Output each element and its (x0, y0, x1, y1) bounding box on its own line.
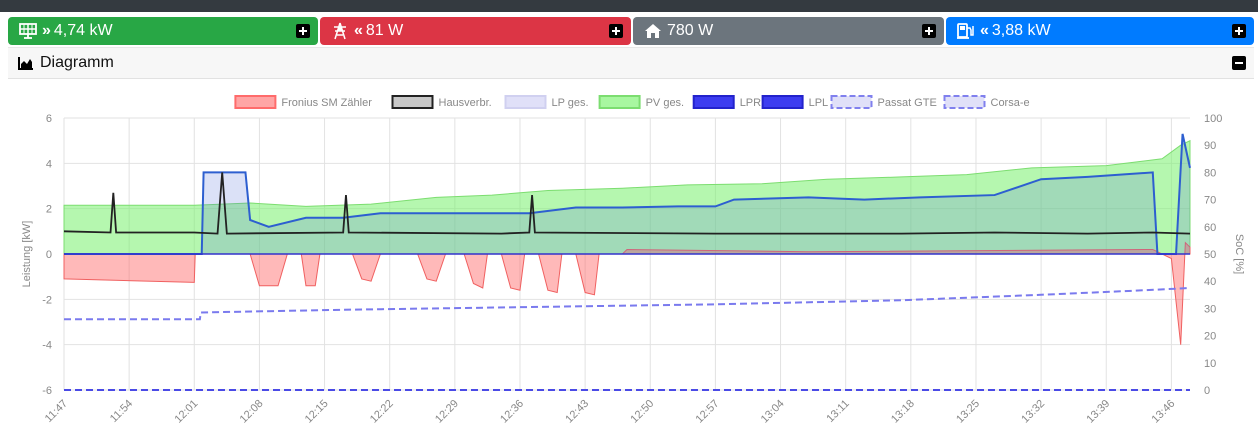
x-tick-label: 12:01 (172, 398, 200, 426)
y-tick-label-right: 70 (1204, 195, 1216, 207)
chart-legend: Fronius SM Zähler Hausverbr. LP ges. PV ges… (234, 95, 1030, 109)
x-tick-label: 13:39 (1084, 398, 1112, 426)
x-tick-label: 12:36 (498, 398, 526, 426)
legend-swatch (761, 95, 804, 109)
series-fronius-area (63, 241, 1191, 345)
y-tick-label-right: 20 (1204, 331, 1216, 343)
legend-label: Corsa-e (991, 97, 1030, 109)
charging-station-icon (956, 21, 976, 41)
y-tick-label-right: 50 (1204, 249, 1216, 261)
power-chart: Fronius SM Zähler Hausverbr. LP ges. PV ges… (21, 95, 1245, 426)
expand-plus-icon[interactable] (296, 24, 310, 38)
legend-label: LPR (740, 97, 761, 109)
x-tick-label: 11:47 (43, 398, 70, 425)
y-tick-label-left: -4 (42, 340, 52, 352)
legend-label: PV ges. (646, 97, 685, 109)
pv-power-value: 4,74 kW (53, 22, 113, 39)
legend-swatch (830, 95, 873, 109)
x-tick-label: 12:22 (368, 398, 396, 426)
legend-swatch (692, 95, 735, 109)
y-tick-label-left: -6 (42, 385, 52, 397)
y-tick-label-left: 6 (46, 113, 52, 125)
y-tick-label-left: 2 (46, 204, 52, 216)
double-chevron-left-icon: « (980, 22, 989, 39)
x-tick-label: 13:04 (759, 398, 787, 426)
legend-label: Fronius SM Zähler (281, 97, 372, 109)
diagram-title-text: Diagramm (40, 54, 114, 71)
y-tick-label-right: 0 (1204, 385, 1210, 397)
area-chart-icon (18, 56, 34, 70)
legend-swatch (391, 95, 434, 109)
y-axis-label-right: SoC [%] (1233, 234, 1245, 274)
expand-plus-icon[interactable] (922, 24, 936, 38)
x-tick-label: 12:08 (238, 398, 266, 426)
y-axis-label-left: Leistung [kW] (21, 221, 33, 288)
x-tick-label: 12:43 (563, 398, 591, 426)
y-tick-label-left: 4 (46, 158, 52, 170)
legend-swatch (234, 95, 277, 109)
diagram-title: Diagramm (18, 54, 114, 72)
y-tick-label-right: 100 (1204, 113, 1222, 125)
solar-panel-icon (18, 21, 38, 41)
grid-tile[interactable]: « 81 W (320, 17, 631, 45)
chart-axes: 6420-2-4-6100908070605040302010011:47 11:… (21, 113, 1245, 426)
legend-swatch (943, 95, 986, 109)
house-tile[interactable]: 780 W (633, 17, 944, 45)
x-tick-label: 12:57 (694, 398, 722, 426)
x-tick-label: 13:46 (1150, 398, 1178, 426)
expand-plus-icon[interactable] (609, 24, 623, 38)
x-tick-label: 11:54 (108, 398, 135, 425)
home-icon (643, 21, 663, 41)
y-tick-label-right: 10 (1204, 358, 1216, 370)
y-tick-label-left: 0 (46, 249, 52, 261)
x-tick-label: 13:25 (954, 398, 982, 426)
x-tick-label: 12:15 (303, 398, 331, 426)
legend-label: Hausverbr. (439, 97, 492, 109)
pv-tile[interactable]: » 4,74 kW (8, 17, 318, 45)
collapse-minus-icon[interactable] (1232, 56, 1246, 70)
x-tick-label: 13:18 (889, 398, 917, 426)
x-tick-label: 12:50 (628, 398, 656, 426)
x-tick-label: 13:32 (1019, 398, 1047, 426)
legend-label: LPL (809, 97, 829, 109)
y-tick-label-right: 30 (1204, 303, 1216, 315)
expand-plus-icon[interactable] (1232, 24, 1246, 38)
y-tick-label-right: 40 (1204, 276, 1216, 288)
diagram-card-header[interactable]: Diagramm (8, 47, 1254, 79)
y-tick-label-right: 90 (1204, 140, 1216, 152)
grid-tower-icon (330, 21, 350, 41)
charging-power-value: 3,88 kW (991, 22, 1051, 39)
series-passat-soc (64, 287, 1191, 321)
legend-swatch (598, 95, 641, 109)
y-tick-label-right: 60 (1204, 222, 1216, 234)
house-power-value: 780 W (667, 22, 714, 39)
chart-areas (63, 133, 1191, 391)
grid-power-value: 81 W (365, 22, 404, 39)
double-chevron-right-icon: » (42, 22, 51, 39)
legend-swatch (504, 95, 547, 109)
y-tick-label-left: -2 (42, 294, 52, 306)
x-tick-label: 13:11 (824, 398, 851, 425)
y-tick-label-right: 80 (1204, 167, 1216, 179)
top-navbar (0, 0, 1258, 12)
x-tick-label: 12:29 (433, 398, 461, 426)
status-tiles: » 4,74 kW « 81 W 780 W « 3,88 kW (8, 17, 1254, 45)
double-chevron-left-icon: « (354, 22, 363, 39)
legend-label: Passat GTE (878, 97, 937, 109)
charging-tile[interactable]: « 3,88 kW (946, 17, 1254, 45)
legend-label: LP ges. (552, 97, 589, 109)
